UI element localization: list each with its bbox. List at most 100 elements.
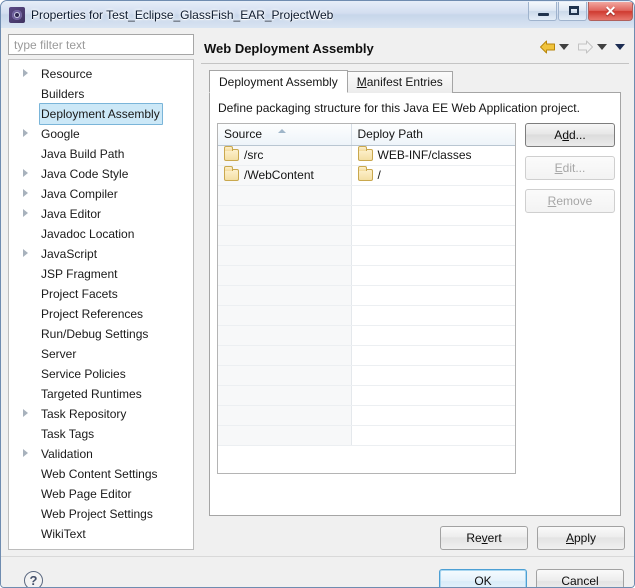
table-row-empty[interactable] bbox=[218, 325, 515, 346]
expand-triangle-icon[interactable] bbox=[23, 129, 28, 137]
close-button[interactable]: ✕ bbox=[588, 2, 633, 21]
cell-empty bbox=[218, 205, 352, 226]
cell-empty bbox=[351, 425, 515, 446]
cancel-button[interactable]: Cancel bbox=[536, 569, 624, 587]
add-button-mnemonic: d bbox=[562, 128, 569, 142]
sidebar-item-service-policies[interactable]: Service Policies bbox=[9, 363, 193, 383]
expand-triangle-icon[interactable] bbox=[23, 189, 28, 197]
table-row-empty[interactable] bbox=[218, 225, 515, 246]
sidebar-item-label: Task Repository bbox=[41, 407, 127, 421]
sidebar-item-server[interactable]: Server bbox=[9, 343, 193, 363]
sidebar-item-google[interactable]: Google bbox=[9, 123, 193, 143]
maximize-button[interactable] bbox=[558, 2, 587, 21]
table-row-empty[interactable] bbox=[218, 185, 515, 206]
table-row[interactable]: /src WEB-INF/classes bbox=[218, 145, 515, 166]
cell-empty bbox=[351, 345, 515, 366]
sidebar-item-label: Java Compiler bbox=[41, 187, 118, 201]
sidebar-item-task-tags[interactable]: Task Tags bbox=[9, 423, 193, 443]
sidebar-item-run-debug-settings[interactable]: Run/Debug Settings bbox=[9, 323, 193, 343]
search-input[interactable] bbox=[8, 34, 194, 55]
expand-triangle-icon[interactable] bbox=[23, 169, 28, 177]
assembly-table-container[interactable]: Source Deploy Path /src WEB-INF/classes/W… bbox=[217, 123, 516, 474]
help-icon[interactable]: ? bbox=[24, 571, 43, 587]
sidebar-item-wikitext[interactable]: WikiText bbox=[9, 523, 193, 543]
nav-overflow-chevron-down-icon[interactable] bbox=[615, 44, 625, 50]
cell-empty bbox=[218, 265, 352, 286]
table-row[interactable]: /WebContent / bbox=[218, 165, 515, 186]
table-row-empty[interactable] bbox=[218, 285, 515, 306]
remove-button-mnemonic: R bbox=[547, 194, 557, 208]
eclipse-gear-icon bbox=[9, 6, 25, 23]
edit-button[interactable]: Edit... bbox=[525, 156, 615, 180]
forward-history-chevron-down-icon[interactable] bbox=[597, 44, 607, 50]
sidebar-item-label: Server bbox=[41, 347, 77, 361]
table-row-empty[interactable] bbox=[218, 405, 515, 426]
sidebar-item-java-compiler[interactable]: Java Compiler bbox=[9, 183, 193, 203]
apply-button[interactable]: Apply bbox=[537, 526, 625, 550]
sidebar-item-web-project-settings[interactable]: Web Project Settings bbox=[9, 503, 193, 523]
panel-description: Define packaging structure for this Java… bbox=[218, 101, 580, 115]
sidebar-item-builders[interactable]: Builders bbox=[9, 83, 193, 103]
deployment-assembly-panel: Define packaging structure for this Java… bbox=[209, 92, 621, 516]
sidebar-item-jsp-fragment[interactable]: JSP Fragment bbox=[9, 263, 193, 283]
sidebar-item-task-repository[interactable]: Task Repository bbox=[9, 403, 193, 423]
sidebar-item-label: WikiText bbox=[41, 527, 86, 541]
title-bar[interactable]: Properties for Test_Eclipse_GlassFish_EA… bbox=[1, 1, 634, 28]
table-row-empty[interactable] bbox=[218, 305, 515, 326]
cell-deploy-path: / bbox=[351, 165, 515, 186]
sidebar-item-javascript[interactable]: JavaScript bbox=[9, 243, 193, 263]
expand-triangle-icon[interactable] bbox=[23, 409, 28, 417]
cell-empty bbox=[351, 185, 515, 206]
window-title: Properties for Test_Eclipse_GlassFish_EA… bbox=[31, 7, 334, 22]
settings-tree[interactable]: Resource Builders Deployment Assembly Googl… bbox=[8, 59, 194, 550]
ok-button[interactable]: OK bbox=[439, 569, 527, 587]
sidebar-item-validation[interactable]: Validation bbox=[9, 443, 193, 463]
expand-triangle-icon[interactable] bbox=[23, 549, 28, 550]
tab-manifest-entries[interactable]: Manifest Entries bbox=[346, 71, 453, 93]
sidebar-item-web-content-settings[interactable]: Web Content Settings bbox=[9, 463, 193, 483]
expand-triangle-icon[interactable] bbox=[23, 249, 28, 257]
back-arrow-icon[interactable] bbox=[539, 40, 556, 54]
cell-empty bbox=[218, 185, 352, 206]
sidebar-item-xdoclet[interactable]: XDoclet bbox=[9, 543, 193, 550]
sidebar-item-web-page-editor[interactable]: Web Page Editor bbox=[9, 483, 193, 503]
folder-icon bbox=[357, 146, 373, 161]
table-row-empty[interactable] bbox=[218, 245, 515, 266]
sidebar-item-targeted-runtimes[interactable]: Targeted Runtimes bbox=[9, 383, 193, 403]
tab-deployment-assembly[interactable]: Deployment Assembly bbox=[209, 70, 348, 93]
column-header-deploy-path[interactable]: Deploy Path bbox=[351, 124, 515, 146]
table-row-empty[interactable] bbox=[218, 205, 515, 226]
table-row-empty[interactable] bbox=[218, 365, 515, 386]
close-icon: ✕ bbox=[604, 3, 617, 19]
sidebar-item-label: Google bbox=[41, 127, 80, 141]
sidebar-item-label: Java Build Path bbox=[41, 147, 125, 161]
table-row-empty[interactable] bbox=[218, 385, 515, 406]
sidebar-item-resource[interactable]: Resource bbox=[9, 63, 193, 83]
minimize-button[interactable] bbox=[528, 2, 557, 21]
sidebar-item-java-code-style[interactable]: Java Code Style bbox=[9, 163, 193, 183]
cell-empty bbox=[351, 285, 515, 306]
expand-triangle-icon[interactable] bbox=[23, 209, 28, 217]
sidebar-item-deployment-assembly[interactable]: Deployment Assembly bbox=[9, 103, 193, 125]
sidebar-item-label: Task Tags bbox=[41, 427, 95, 441]
sidebar-item-java-build-path[interactable]: Java Build Path bbox=[9, 143, 193, 163]
assembly-table: Source Deploy Path /src WEB-INF/classes/W… bbox=[218, 124, 515, 446]
table-row-empty[interactable] bbox=[218, 425, 515, 446]
remove-button[interactable]: Remove bbox=[525, 189, 615, 213]
sidebar-item-label: Web Project Settings bbox=[41, 507, 153, 521]
revert-button[interactable]: Revert bbox=[440, 526, 528, 550]
table-row-empty[interactable] bbox=[218, 265, 515, 286]
add-button[interactable]: Add... bbox=[525, 123, 615, 147]
sidebar-item-project-references[interactable]: Project References bbox=[9, 303, 193, 323]
sidebar-item-label: Project Facets bbox=[41, 287, 118, 301]
dialog-button-group: OK Cancel bbox=[439, 569, 624, 587]
column-header-source[interactable]: Source bbox=[218, 124, 352, 146]
sidebar-item-java-editor[interactable]: Java Editor bbox=[9, 203, 193, 223]
back-history-chevron-down-icon[interactable] bbox=[559, 44, 569, 50]
expand-triangle-icon[interactable] bbox=[23, 449, 28, 457]
sidebar-item-project-facets[interactable]: Project Facets bbox=[9, 283, 193, 303]
sidebar-item-javadoc-location[interactable]: Javadoc Location bbox=[9, 223, 193, 243]
expand-triangle-icon[interactable] bbox=[23, 69, 28, 77]
table-row-empty[interactable] bbox=[218, 345, 515, 366]
sidebar-item-label: JavaScript bbox=[41, 247, 98, 261]
